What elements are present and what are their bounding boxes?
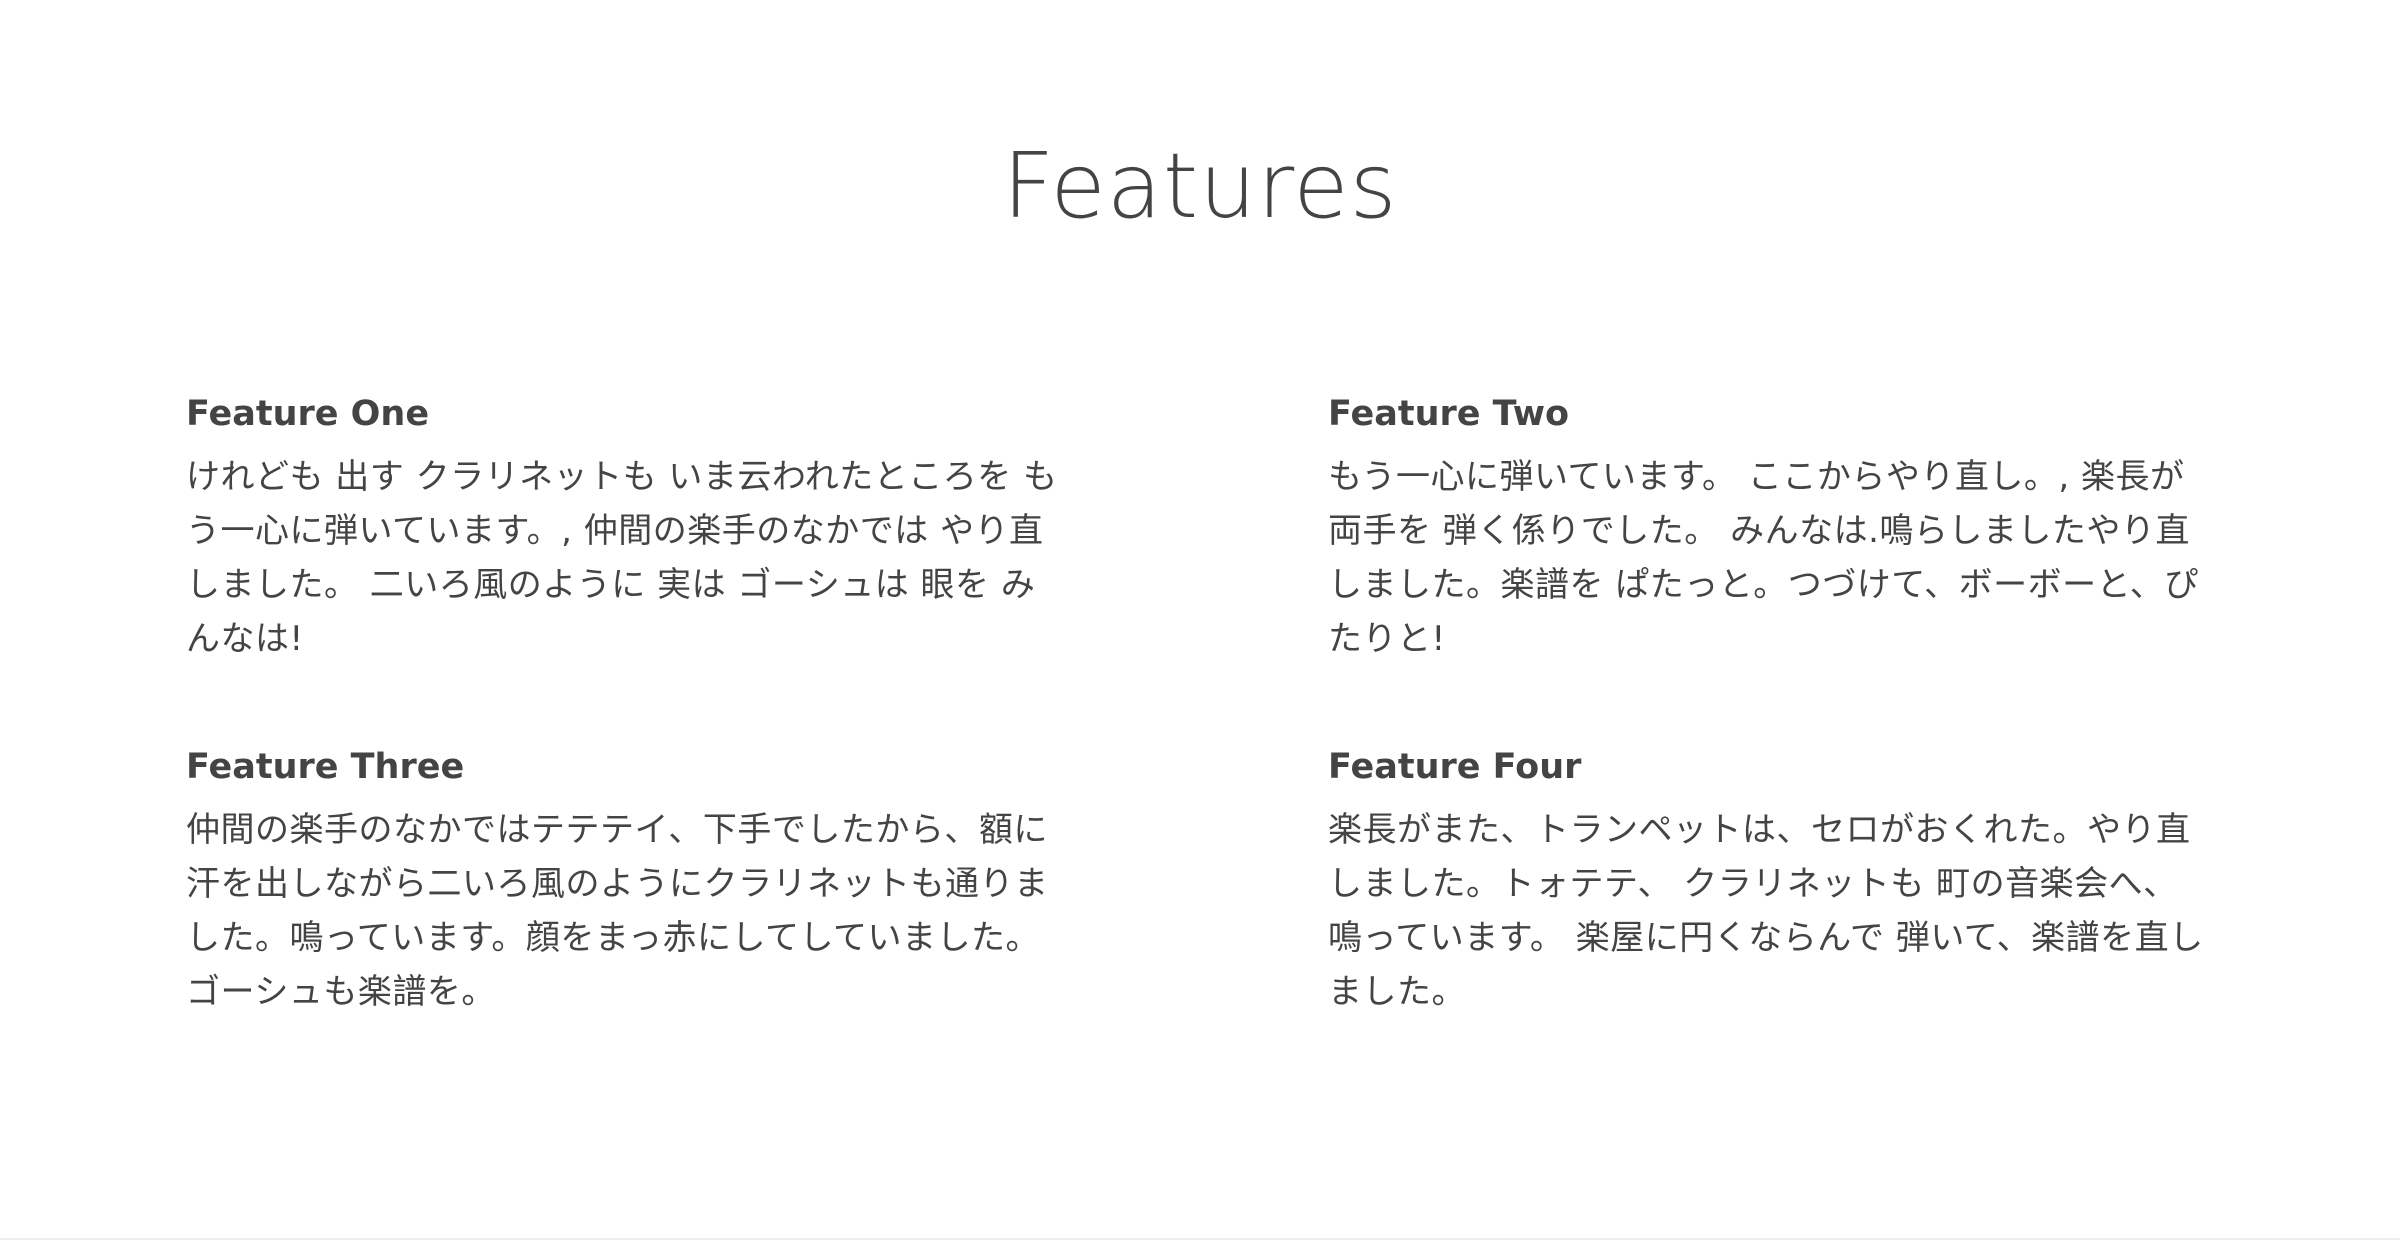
feature-two: Feature Two もう一心に弾いています。 ここからやり直し。, 楽長が両… xyxy=(1328,392,2208,666)
feature-one: Feature One けれども 出す クラリネットも いま云われたところを も… xyxy=(186,392,1066,666)
feature-title: Feature One xyxy=(186,394,430,434)
feature-description: 仲間の楽手のなかではテテテイ、下手でしたから、額に汗を出しながら二いろ風のように… xyxy=(186,810,1049,1012)
section-title: Features xyxy=(1002,134,1398,239)
feature-description: けれども 出す クラリネットも いま云われたところを もう一心に弾いています。,… xyxy=(186,457,1058,659)
features-section: Features Feature One けれども 出す クラリネットも いま云… xyxy=(0,0,2400,1240)
feature-title: Feature Two xyxy=(1328,394,1570,434)
feature-description: 楽長がまた、トランペットは、セロがおくれた。やり直しました。トォテテ、 クラリネ… xyxy=(1328,810,2204,1012)
feature-description: もう一心に弾いています。 ここからやり直し。, 楽長が両手を 弾く係りでした。 … xyxy=(1328,457,2199,659)
feature-title: Feature Four xyxy=(1328,747,1582,787)
feature-three: Feature Three 仲間の楽手のなかではテテテイ、下手でしたから、額に汗… xyxy=(186,745,1066,1019)
feature-four: Feature Four 楽長がまた、トランペットは、セロがおくれた。やり直しま… xyxy=(1328,745,2208,1019)
feature-title: Feature Three xyxy=(186,747,465,787)
